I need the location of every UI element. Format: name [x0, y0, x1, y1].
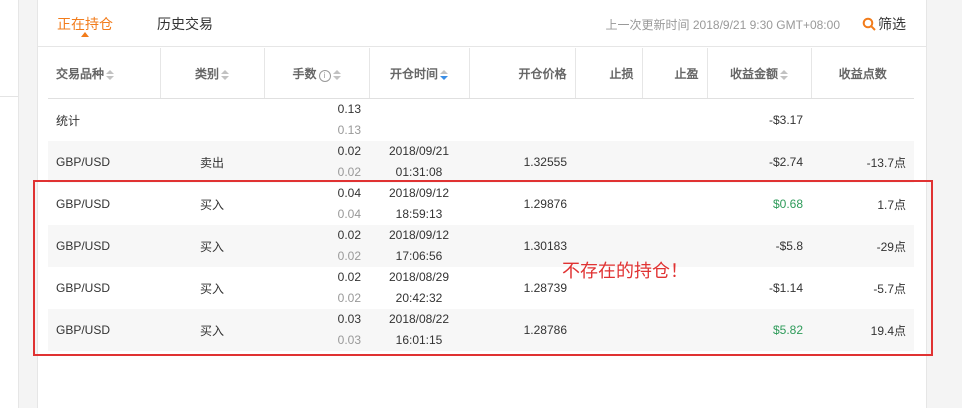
summary-label: 统计	[56, 113, 81, 128]
symbol-cell: GBP/USD	[48, 309, 160, 351]
stop-loss-cell	[575, 183, 642, 225]
table-header-row: 交易品种 类别 手数 i 开仓时间 开仓价格 止损 止盈 收益金额 收益点数	[48, 48, 914, 99]
open-time-cell: 2018/09/21 01:31:08	[369, 141, 469, 183]
col-points-header: 收益点数	[811, 48, 914, 99]
type-cell: 卖出	[160, 141, 264, 183]
open-price-cell: 1.32555	[469, 141, 575, 183]
last-updated-time: 上一次更新时间 2018/9/21 9:30 GMT+08:00	[605, 18, 840, 32]
summary-lots: 0.13 0.13	[337, 102, 361, 137]
open-price-cell: 1.29876	[523, 197, 567, 211]
col-type-header[interactable]: 类别	[160, 48, 265, 99]
profit-cell: -$5.8	[707, 225, 811, 267]
summary-row: 统计 0.13 0.13 -$3.17	[48, 99, 914, 142]
col-lots-header[interactable]: 手数 i	[264, 48, 370, 99]
table-row[interactable]: GBP/USD 买入 0.04 0.04 2018/09/12 18:59:13 1…	[48, 183, 914, 225]
open-time-cell: 2018/08/29 20:42:32	[388, 270, 450, 305]
open-price-cell: 1.28739	[523, 281, 567, 295]
tab-open-positions[interactable]: 正在持仓	[57, 14, 113, 34]
table-row[interactable]: GBP/USD 卖出 0.02 0.02 2018/09/21 01:31:08 1…	[48, 141, 914, 183]
search-icon	[862, 17, 876, 31]
profit-cell: -$1.14	[768, 281, 803, 295]
tab-trade-history[interactable]: 历史交易	[157, 14, 213, 34]
left-sidebar-edge	[0, 0, 19, 408]
col-open-price-header: 开仓价格	[469, 48, 576, 99]
take-profit-cell	[642, 309, 707, 351]
col-profit-header[interactable]: 收益金额	[707, 48, 812, 99]
open-price-cell: 1.28786	[469, 309, 575, 351]
open-time-cell: 2018/09/12 18:59:13	[388, 186, 450, 221]
sort-icon	[780, 69, 788, 80]
sort-icon	[106, 69, 115, 80]
points-cell: -5.7点	[873, 281, 906, 296]
positions-panel: 正在持仓 历史交易 上一次更新时间 2018/9/21 9:30 GMT+08:…	[37, 0, 927, 408]
type-cell: 买入	[199, 281, 224, 296]
lots-cell: 0.04 0.04	[337, 186, 361, 221]
open-price-cell: 1.30183	[469, 225, 575, 267]
stop-loss-cell	[575, 309, 642, 351]
symbol-cell: GBP/USD	[56, 281, 111, 295]
points-cell: 19.4点	[811, 309, 914, 351]
table-row[interactable]: GBP/USD 买入 0.03 0.03 2018/08/22 16:01:15 1…	[48, 309, 914, 351]
symbol-cell: GBP/USD	[56, 197, 111, 211]
open-time-cell: 2018/08/22 16:01:15	[369, 309, 469, 351]
lots-cell: 0.03 0.03	[264, 309, 369, 351]
col-stop-loss-header: 止损	[575, 48, 643, 99]
take-profit-cell	[642, 183, 707, 225]
take-profit-cell	[642, 141, 707, 183]
positions-table: 交易品种 类别 手数 i 开仓时间 开仓价格 止损 止盈 收益金额 收益点数 统计…	[48, 48, 914, 351]
sort-icon	[221, 69, 229, 80]
profit-cell: $5.82	[707, 309, 811, 351]
type-cell: 买入	[199, 197, 224, 212]
col-symbol-header[interactable]: 交易品种	[48, 48, 161, 99]
lots-cell: 0.02 0.02	[337, 270, 361, 305]
active-tab-caret-icon	[81, 32, 89, 37]
table-row[interactable]: GBP/USD 买入 0.02 0.02 2018/09/12 17:06:56 1…	[48, 225, 914, 267]
points-cell: 1.7点	[877, 197, 906, 212]
summary-profit: -$3.17	[768, 113, 803, 127]
stop-loss-cell	[575, 141, 642, 183]
profit-cell: -$2.74	[707, 141, 811, 183]
sort-desc-icon	[440, 69, 448, 80]
col-open-time-header[interactable]: 开仓时间	[369, 48, 470, 99]
type-cell: 买入	[160, 309, 264, 351]
tab-bar: 正在持仓 历史交易 上一次更新时间 2018/9/21 9:30 GMT+08:…	[38, 0, 926, 47]
open-time-cell: 2018/09/12 17:06:56	[369, 225, 469, 267]
symbol-cell: GBP/USD	[48, 225, 160, 267]
profit-cell: $0.68	[772, 197, 803, 211]
filter-button[interactable]: 筛选	[862, 14, 906, 34]
symbol-cell: GBP/USD	[48, 141, 160, 183]
sort-icon	[332, 69, 341, 80]
type-cell: 买入	[160, 225, 264, 267]
lots-cell: 0.02 0.02	[264, 141, 369, 183]
filter-label: 筛选	[878, 16, 906, 32]
table-row[interactable]: GBP/USD 买入 0.02 0.02 2018/08/29 20:42:32 1…	[48, 267, 914, 309]
points-cell: -13.7点	[811, 141, 914, 183]
info-icon[interactable]: i	[318, 69, 331, 82]
lots-cell: 0.02 0.02	[264, 225, 369, 267]
annotation-text: 不存在的持仓！	[562, 261, 688, 282]
col-take-profit-header: 止盈	[642, 48, 708, 99]
points-cell: -29点	[811, 225, 914, 267]
